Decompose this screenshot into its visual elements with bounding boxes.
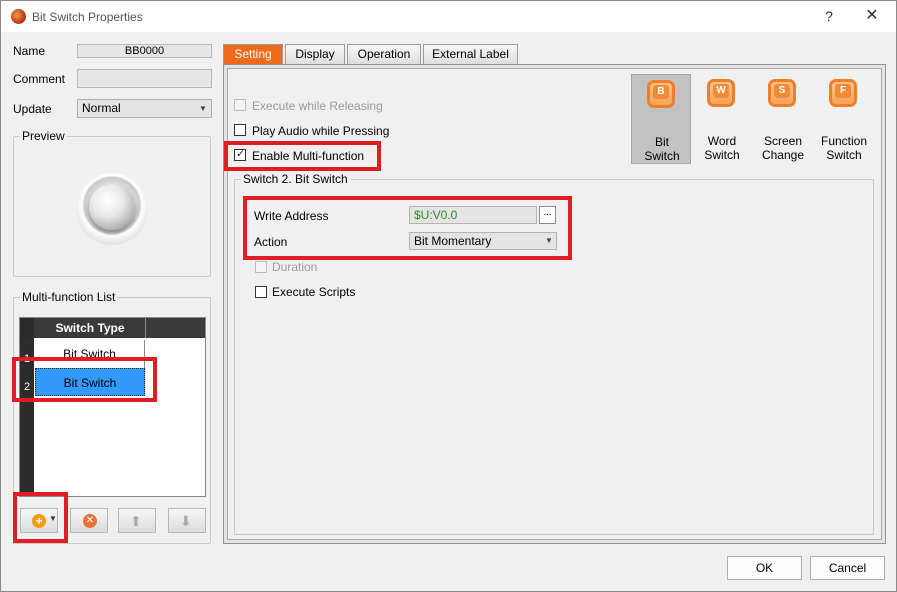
arrow-down-icon: ⬇ [180,513,192,529]
switch-type-bit-button[interactable]: B Bit Switch [631,74,691,164]
highlight-enable-multifunction [224,141,381,171]
tab-operation[interactable]: Operation [347,44,421,64]
knob-cap [89,184,135,230]
duration-checkbox[interactable] [255,261,267,273]
switch-preview-image [76,173,148,245]
tab-setting[interactable]: Setting [223,44,283,64]
multifunction-list-label: Multi-function List [20,290,118,304]
name-field[interactable]: BB0000 [77,44,212,58]
bit-switch-key-icon: B [647,80,675,108]
ok-button[interactable]: OK [727,556,802,580]
table-header: Switch Type [20,318,205,338]
title-bar: Bit Switch Properties ? ✕ [1,1,896,32]
chevron-down-icon: ▼ [199,104,207,113]
execute-scripts-label: Execute Scripts [272,285,356,299]
column-divider [145,318,146,338]
switch-type-label: Bit Switch [644,135,680,163]
play-audio-label: Play Audio while Pressing [252,124,390,138]
duration-label: Duration [272,260,318,274]
highlight-address-action [243,196,572,260]
app-logo-icon [11,9,26,24]
arrow-up-icon: ⬆ [130,513,142,529]
comment-field[interactable] [77,69,212,88]
window-title: Bit Switch Properties [32,10,143,24]
column-header-switch-type: Switch Type [55,321,125,335]
update-select-value: Normal [82,101,121,115]
screen-change-key-icon: S [768,79,796,107]
switch-group-title: Switch 2. Bit Switch [241,172,350,186]
cancel-button[interactable]: Cancel [810,556,885,580]
close-button[interactable]: ✕ [859,5,885,27]
switch-type-label: Word Switch [704,134,740,162]
move-up-button[interactable]: ⬆ [118,508,156,533]
highlight-selected-row [12,357,157,402]
execute-while-releasing-checkbox[interactable] [234,99,246,111]
switch-type-label: Screen Change [761,134,805,162]
execute-while-releasing-label: Execute while Releasing [252,99,383,113]
switch-type-function-button[interactable]: F Function Switch [814,74,874,164]
row-number-header [20,318,34,338]
switch-type-word-button[interactable]: W Word Switch [692,74,752,164]
bit-switch-properties-dialog: Bit Switch Properties ? ✕ Name BB0000 Co… [0,0,897,592]
function-switch-key-icon: F [829,79,857,107]
execute-scripts-checkbox[interactable] [255,286,267,298]
comment-label: Comment [13,72,66,86]
update-select[interactable]: Normal ▼ [77,99,212,118]
switch-type-table: Switch Type 1 Bit Switch 2 Bit Switch [19,317,206,497]
tab-external-label[interactable]: External Label [423,44,518,64]
highlight-add-button [13,492,68,543]
word-switch-key-icon: W [707,79,735,107]
preview-label: Preview [20,129,67,143]
help-button[interactable]: ? [819,6,839,26]
tab-display[interactable]: Display [285,44,345,64]
switch-type-label: Function Switch [820,134,868,162]
delete-switch-button[interactable]: ✕ [70,508,108,533]
switch-type-screen-button[interactable]: S Screen Change [753,74,813,164]
name-label: Name [13,44,46,58]
play-audio-checkbox[interactable] [234,124,246,136]
move-down-button[interactable]: ⬇ [168,508,206,533]
delete-icon: ✕ [83,514,97,528]
update-label: Update [13,102,52,116]
